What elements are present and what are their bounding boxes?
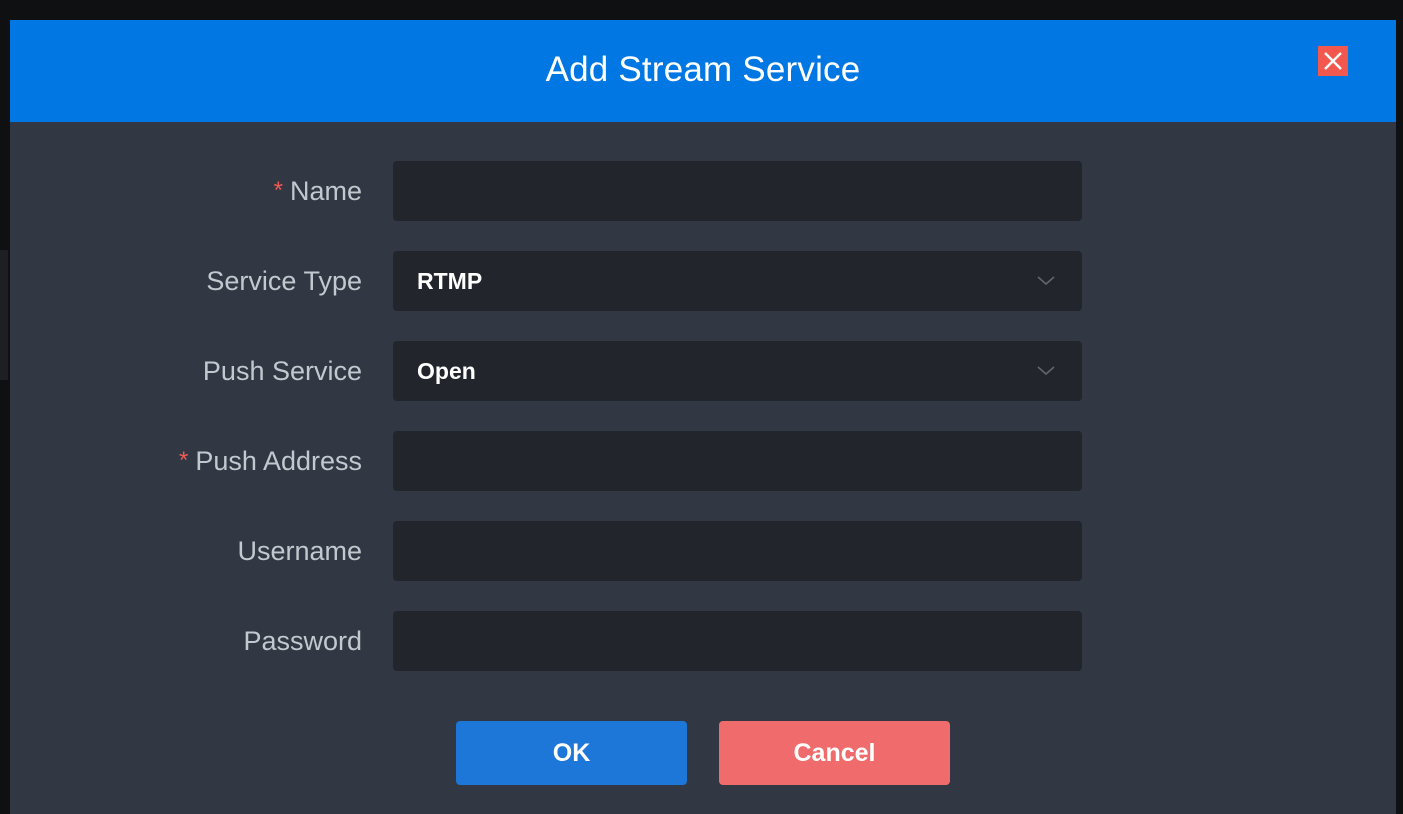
chevron-down-icon (1037, 366, 1055, 376)
background-panel-edge (0, 250, 8, 380)
add-stream-service-dialog: Add Stream Service * Name Service Type R… (10, 20, 1396, 814)
password-label: Password (243, 611, 362, 671)
form-row-service-type: Service Type RTMP (10, 251, 1396, 311)
form-row-push-service: Push Service Open (10, 341, 1396, 401)
form-row-password: Password (10, 611, 1396, 671)
push-address-input[interactable] (393, 431, 1082, 491)
form-row-push-address: * Push Address (10, 431, 1396, 491)
close-button[interactable] (1318, 46, 1348, 76)
push-address-label-text: Push Address (195, 445, 362, 476)
push-service-value: Open (417, 357, 476, 384)
form-row-username: Username (10, 521, 1396, 581)
dialog-title: Add Stream Service (545, 50, 861, 89)
service-type-value: RTMP (417, 267, 483, 294)
chevron-down-icon (1037, 276, 1055, 286)
form-row-name: * Name (10, 161, 1396, 221)
push-service-label-text: Push Service (202, 355, 362, 386)
push-address-label: * Push Address (179, 431, 362, 491)
name-label: * Name (274, 161, 362, 221)
password-label-text: Password (243, 625, 362, 656)
push-service-select[interactable]: Open (393, 341, 1082, 401)
service-type-label-text: Service Type (206, 265, 362, 296)
username-input[interactable] (393, 521, 1082, 581)
password-input[interactable] (393, 611, 1082, 671)
name-label-text: Name (289, 175, 362, 206)
ok-button[interactable]: OK (456, 721, 687, 785)
service-type-select[interactable]: RTMP (393, 251, 1082, 311)
close-x-icon (1324, 52, 1342, 70)
required-mark: * (179, 447, 189, 474)
cancel-button[interactable]: Cancel (719, 721, 950, 785)
username-label-text: Username (237, 535, 362, 566)
name-input[interactable] (393, 161, 1082, 221)
service-type-label: Service Type (206, 251, 362, 311)
required-mark: * (273, 177, 283, 204)
username-label: Username (237, 521, 362, 581)
dialog-header: Add Stream Service (10, 20, 1396, 122)
push-service-label: Push Service (203, 341, 362, 401)
